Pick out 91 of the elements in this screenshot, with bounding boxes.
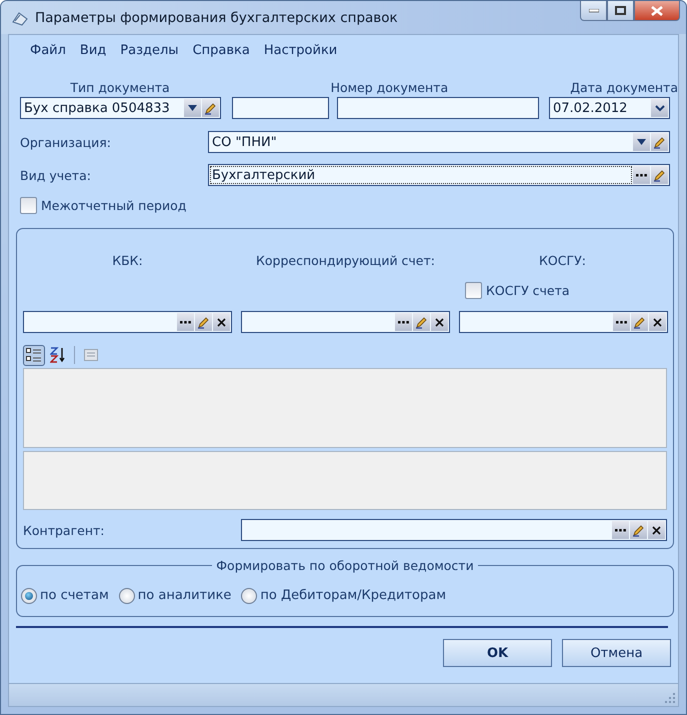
browse-button[interactable] bbox=[177, 313, 194, 331]
minimize-icon bbox=[588, 8, 598, 12]
lookup-field[interactable] bbox=[459, 311, 668, 333]
pencil-icon bbox=[415, 316, 428, 328]
radio-label: по Дебиторам/Кредиторам bbox=[260, 588, 446, 603]
field-label: Контрагент: bbox=[23, 522, 106, 538]
field-label: Номер документа bbox=[330, 80, 450, 94]
field-value: Бух справка 0504833 bbox=[23, 100, 171, 116]
clear-button[interactable] bbox=[649, 313, 666, 331]
menu-item[interactable]: Вид bbox=[72, 42, 114, 58]
group-title: Формировать по оборотной ведомости bbox=[215, 558, 475, 573]
pencil-icon bbox=[632, 524, 645, 536]
dropdown-arrow-icon bbox=[637, 139, 646, 145]
dropdown-button[interactable] bbox=[184, 99, 201, 117]
edit-button[interactable] bbox=[630, 521, 647, 539]
edit-button[interactable] bbox=[195, 313, 212, 331]
ok-button[interactable]: OK bbox=[443, 639, 552, 667]
pencil-icon bbox=[633, 316, 646, 328]
radio-button[interactable] bbox=[118, 588, 135, 604]
field-label: Организация: bbox=[20, 134, 112, 150]
list-icon bbox=[26, 348, 42, 362]
close-icon bbox=[651, 6, 663, 16]
clear-button[interactable] bbox=[431, 313, 448, 331]
field-value: 07.02.2012 bbox=[552, 100, 628, 116]
pencil-icon bbox=[204, 102, 217, 114]
radio-label: по счетам bbox=[40, 588, 109, 603]
input-field[interactable] bbox=[232, 97, 329, 119]
edit-button[interactable] bbox=[651, 166, 668, 184]
maximize-button[interactable] bbox=[607, 1, 634, 21]
field-label: КБК: bbox=[111, 252, 144, 268]
pencil-icon bbox=[653, 136, 666, 148]
menu-item[interactable]: Справка bbox=[186, 42, 257, 58]
document-type-dropdown[interactable]: Бух справка 0504833 bbox=[20, 97, 221, 119]
clear-button[interactable] bbox=[213, 313, 230, 331]
ellipsis-icon bbox=[615, 528, 626, 532]
field-value: Бухгалтерский bbox=[210, 166, 632, 184]
pencil-icon bbox=[197, 316, 210, 328]
field-value: СО "ПНИ" bbox=[211, 134, 278, 150]
sort-icon bbox=[50, 347, 66, 363]
browse-button[interactable] bbox=[612, 521, 629, 539]
close-icon bbox=[435, 318, 444, 326]
input-field[interactable] bbox=[337, 97, 539, 119]
close-button[interactable] bbox=[634, 1, 680, 21]
checkbox[interactable] bbox=[20, 197, 37, 214]
browse-button[interactable] bbox=[633, 166, 650, 184]
date-field[interactable]: 07.02.2012 bbox=[549, 97, 670, 119]
edit-button[interactable] bbox=[631, 313, 648, 331]
field-label: Дата документа bbox=[569, 80, 678, 94]
checkbox[interactable] bbox=[465, 282, 482, 298]
resize-grip-icon bbox=[665, 693, 675, 703]
close-icon bbox=[653, 318, 662, 326]
checkbox-label: Межотчетный период bbox=[41, 198, 186, 213]
dropdown-button[interactable] bbox=[651, 99, 668, 117]
card-icon bbox=[84, 349, 98, 361]
lookup-field[interactable] bbox=[240, 519, 667, 541]
ellipsis-icon bbox=[398, 320, 409, 324]
dropdown-arrow-icon bbox=[188, 105, 197, 111]
chevron-down-icon bbox=[654, 104, 664, 112]
lookup-field[interactable]: Бухгалтерский bbox=[208, 164, 670, 186]
edit-button[interactable] bbox=[202, 99, 219, 117]
categorized-view-button[interactable] bbox=[23, 344, 45, 366]
checkbox-label: КОСГУ счета bbox=[486, 282, 570, 298]
edit-button[interactable] bbox=[651, 133, 668, 151]
window-title: Параметры формирования бухгалтерских справок bbox=[35, 10, 398, 26]
browse-button[interactable] bbox=[613, 313, 630, 331]
close-icon bbox=[652, 526, 661, 534]
menu-item[interactable]: Файл bbox=[23, 42, 73, 58]
radio-button[interactable] bbox=[241, 588, 258, 604]
lookup-field[interactable] bbox=[241, 311, 450, 333]
menu-item[interactable]: Настройки bbox=[256, 42, 344, 58]
ellipsis-icon bbox=[636, 174, 647, 176]
dropdown-button[interactable] bbox=[633, 133, 650, 151]
menu-item[interactable]: Разделы bbox=[113, 42, 186, 58]
pencil-icon bbox=[653, 168, 666, 182]
edit-button[interactable] bbox=[413, 313, 430, 331]
radio-button[interactable] bbox=[21, 588, 37, 604]
ellipsis-icon bbox=[616, 320, 627, 324]
field-label: КОСГУ: bbox=[538, 252, 587, 268]
ellipsis-icon bbox=[180, 320, 191, 324]
field-label: Корреспондирующий счет: bbox=[254, 252, 436, 268]
clear-button[interactable] bbox=[648, 521, 665, 539]
cancel-button[interactable]: Отмена bbox=[562, 639, 671, 667]
browse-button[interactable] bbox=[395, 313, 412, 331]
minimize-button[interactable] bbox=[580, 1, 607, 21]
close-icon bbox=[217, 318, 226, 326]
field-label: Тип документа bbox=[69, 80, 171, 94]
lookup-field[interactable] bbox=[23, 311, 232, 333]
radio-label: по аналитике bbox=[138, 588, 232, 603]
organization-dropdown[interactable]: СО "ПНИ" bbox=[208, 131, 670, 153]
field-label: Вид учета: bbox=[20, 168, 92, 182]
maximize-icon bbox=[615, 6, 626, 15]
